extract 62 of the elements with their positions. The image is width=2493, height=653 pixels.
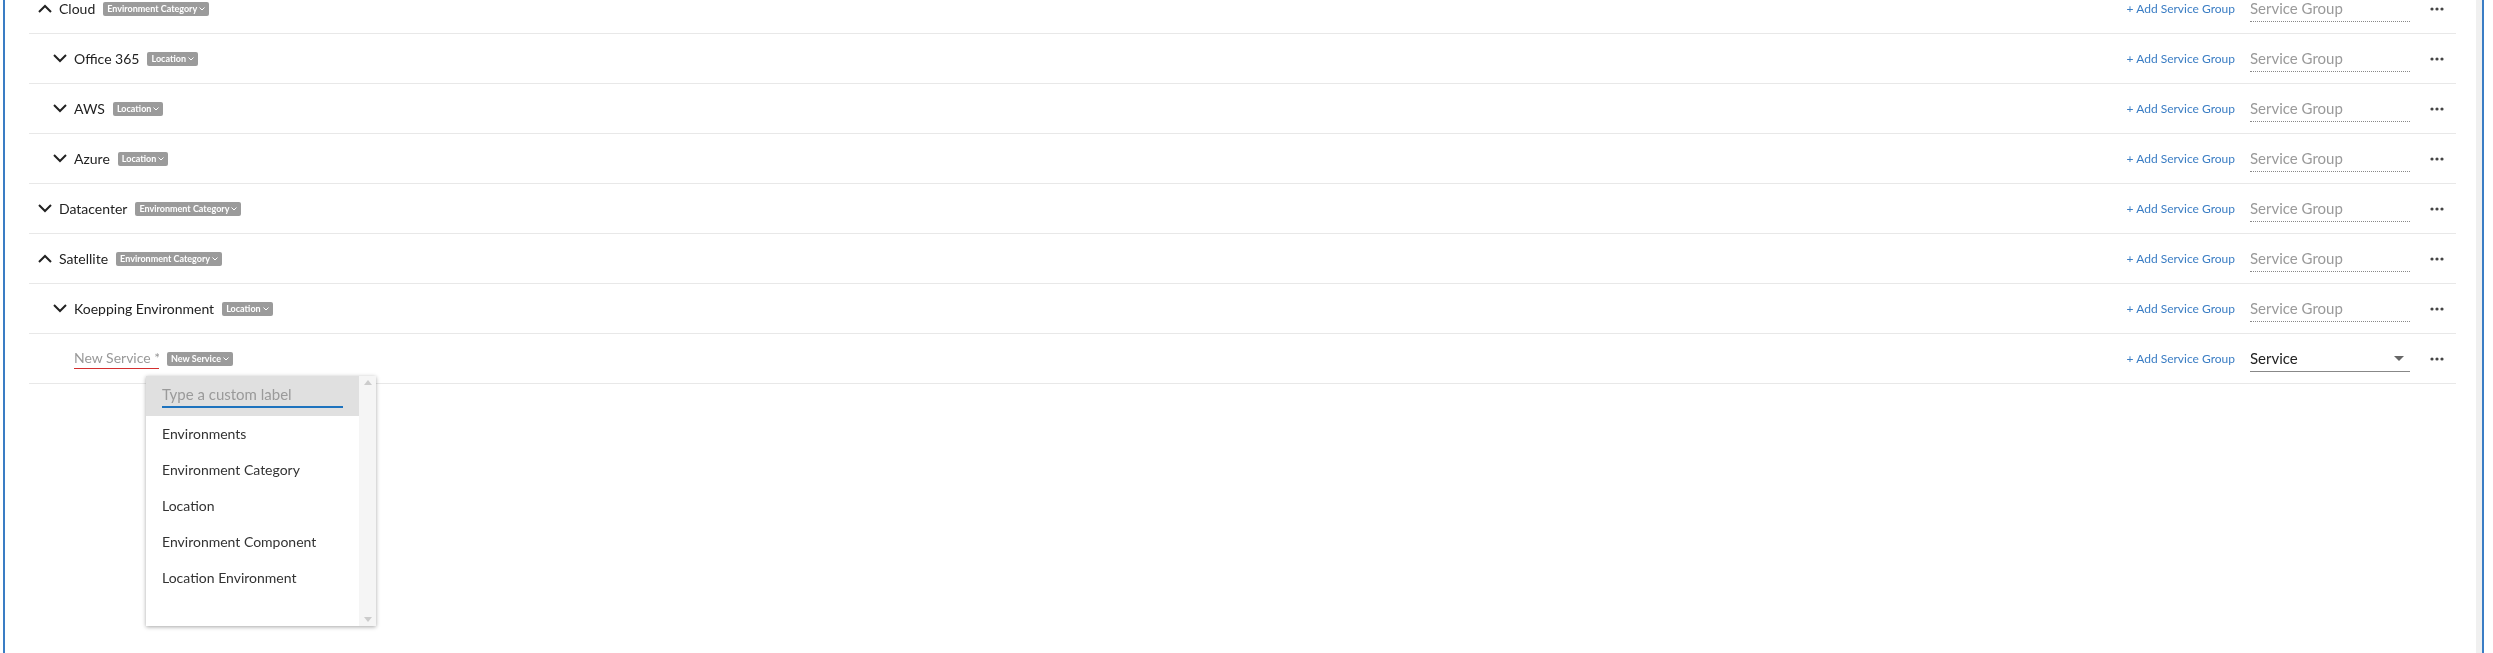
add-service-group-link[interactable]: + Add Service Group	[2126, 199, 2235, 218]
node-name: AWS	[74, 99, 105, 119]
service-group-field[interactable]: Service Group	[2250, 195, 2410, 222]
tag-dropdown[interactable]: Location	[112, 101, 164, 116]
tag-dropdown[interactable]: Environment Category	[135, 201, 242, 216]
caret-icon	[153, 106, 160, 111]
caret-icon	[222, 356, 229, 361]
more-options-icon[interactable]	[2430, 256, 2444, 261]
add-service-group-link[interactable]: + Add Service Group	[2126, 49, 2235, 68]
service-group-field[interactable]: Service Group	[2250, 295, 2410, 322]
caret-icon	[212, 256, 219, 261]
tag-dropdown[interactable]: Location	[222, 301, 273, 316]
more-options-icon[interactable]	[2430, 306, 2444, 311]
caret-icon	[262, 306, 269, 311]
node-name: Cloud	[59, 0, 96, 19]
menu-option[interactable]: Location	[146, 488, 359, 524]
chevron-down-icon[interactable]	[53, 54, 67, 63]
add-service-group-link[interactable]: + Add Service Group	[2126, 349, 2235, 368]
more-options-icon[interactable]	[2430, 106, 2444, 111]
menu-option[interactable]: Location Environment	[146, 560, 359, 596]
custom-label-field[interactable]: Type a custom label	[146, 376, 359, 416]
service-group-field[interactable]: Service Group	[2250, 145, 2410, 172]
chevron-down-icon[interactable]	[53, 104, 67, 113]
more-options-icon[interactable]	[2430, 56, 2444, 61]
service-name-input[interactable]: New Service *	[74, 348, 159, 369]
service-group-field[interactable]: Service Group	[2250, 0, 2410, 22]
caret-icon	[231, 206, 238, 211]
node-name: Satellite	[59, 249, 109, 269]
chevron-up-icon[interactable]	[38, 254, 52, 263]
dropdown-caret-icon	[2394, 355, 2404, 361]
caret-icon	[199, 6, 206, 11]
tag-dropdown[interactable]: Location	[117, 151, 169, 166]
add-service-group-link[interactable]: + Add Service Group	[2126, 99, 2235, 118]
tag-dropdown[interactable]: Location	[147, 51, 198, 66]
more-options-icon[interactable]	[2430, 6, 2444, 11]
chevron-down-icon[interactable]	[53, 154, 67, 163]
caret-icon	[188, 56, 194, 61]
tag-dropdown[interactable]: New Service	[167, 351, 233, 366]
service-group-field[interactable]: Service Group	[2250, 95, 2410, 122]
chevron-up-icon[interactable]	[38, 4, 52, 13]
chevron-down-icon[interactable]	[53, 304, 67, 313]
tag-dropdown[interactable]: Environment Category	[116, 251, 223, 266]
service-group-field[interactable]: Service Group	[2250, 45, 2410, 72]
menu-option[interactable]: Environment Category	[146, 452, 359, 488]
more-options-icon[interactable]	[2430, 206, 2444, 211]
menu-option[interactable]: Environment Component	[146, 524, 359, 560]
node-name: Azure	[74, 149, 110, 169]
node-name: Datacenter	[59, 199, 128, 219]
more-options-icon[interactable]	[2430, 356, 2444, 361]
add-service-group-link[interactable]: + Add Service Group	[2126, 149, 2235, 168]
chevron-down-icon[interactable]	[38, 204, 52, 213]
more-options-icon[interactable]	[2430, 156, 2444, 161]
add-service-group-link[interactable]: + Add Service Group	[2126, 299, 2235, 318]
caret-icon	[158, 156, 165, 161]
add-service-group-link[interactable]: + Add Service Group	[2126, 249, 2235, 268]
node-name: Office 365	[74, 49, 140, 69]
menu-option[interactable]: Environments	[146, 416, 359, 452]
node-name: Koepping Environment	[74, 299, 215, 319]
tag-dropdown[interactable]: Environment Category	[103, 1, 210, 16]
add-service-group-link[interactable]: + Add Service Group	[2126, 0, 2235, 18]
service-group-field[interactable]: Service Group	[2250, 245, 2410, 272]
service-select[interactable]: Service	[2250, 345, 2410, 372]
